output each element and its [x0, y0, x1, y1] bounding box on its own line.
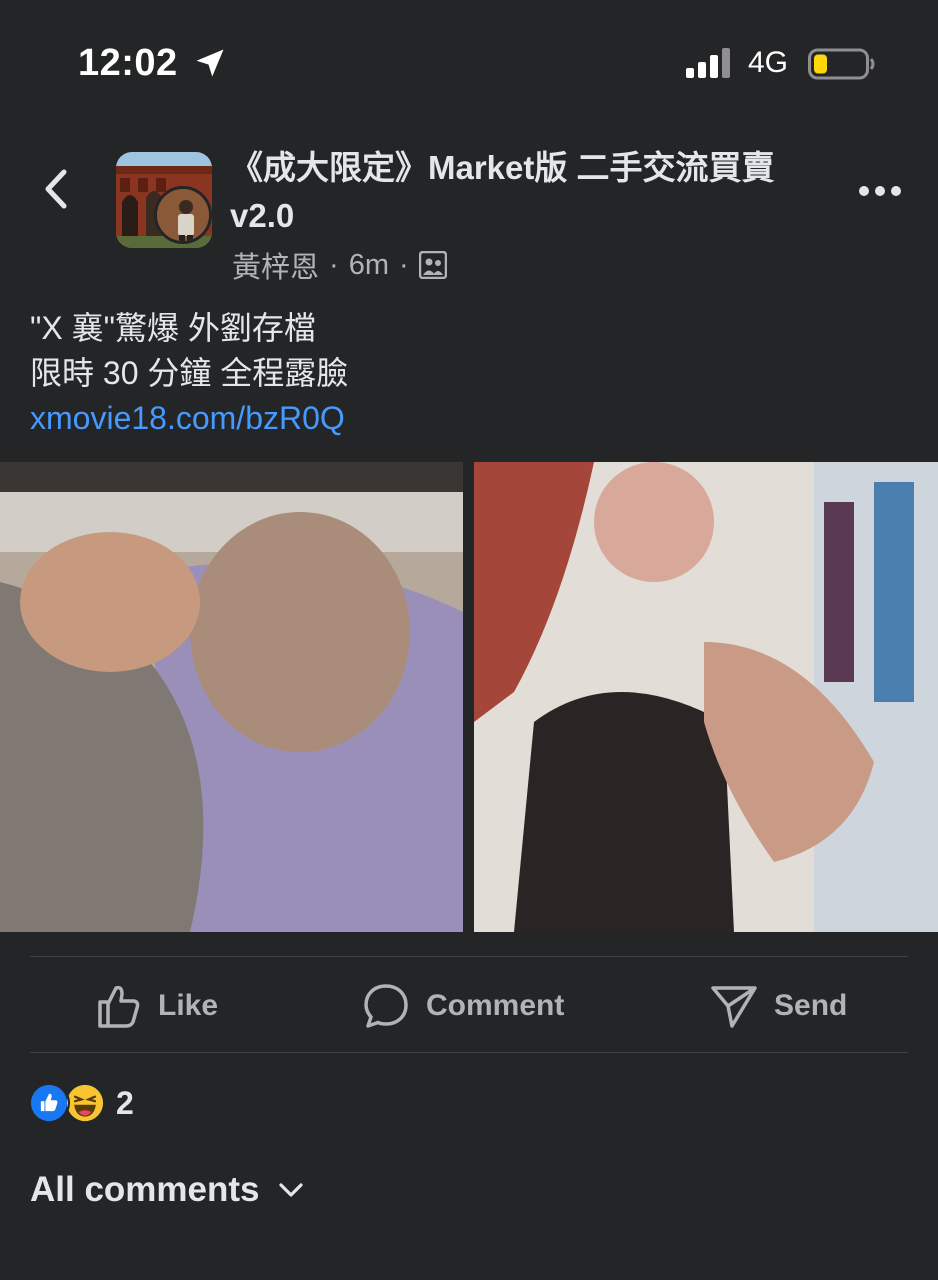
like-reaction-icon [28, 1082, 70, 1124]
group-name[interactable]: 《成大限定》Market版 二手交流買賣 v2.0 [230, 144, 820, 240]
reactions-summary[interactable]: 2 [28, 1080, 134, 1126]
post-meta: 黃梓恩 · 6m · [232, 244, 447, 286]
chevron-down-icon [278, 1183, 303, 1197]
author-name[interactable]: 黃梓恩 [232, 244, 319, 286]
battery-low-icon [808, 48, 875, 80]
network-type: 4G [748, 46, 789, 79]
cellular-signal-icon [686, 48, 730, 78]
send-button[interactable]: Send [710, 980, 847, 1032]
reaction-count: 2 [116, 1084, 134, 1121]
status-bar: 12:02 4G [0, 0, 938, 120]
post-image-right[interactable] [474, 462, 938, 932]
send-arrow-icon [711, 986, 757, 1028]
back-chevron-icon[interactable] [38, 166, 74, 212]
photo-placeholder [0, 462, 463, 932]
more-options-icon[interactable] [858, 184, 902, 198]
divider [30, 1052, 908, 1053]
post-body: "X 襄"驚爆 外劉存檔 限時 30 分鐘 全程露臉 xmovie18.com/… [30, 306, 348, 441]
photo-placeholder [474, 462, 938, 932]
post-text-line: "X 襄"驚爆 外劉存檔 [30, 310, 316, 346]
author-avatar[interactable] [154, 186, 212, 244]
post-actions: Like Comment Send [0, 958, 938, 1052]
status-time: 12:02 [78, 42, 178, 84]
post-header: 《成大限定》Market版 二手交流買賣 v2.0 黃梓恩 · 6m · [0, 140, 938, 290]
post-time[interactable]: 6m [349, 249, 389, 282]
comment-bubble-icon [364, 984, 408, 1028]
post-images [0, 462, 938, 932]
like-button[interactable]: Like [94, 980, 218, 1032]
like-label: Like [158, 989, 219, 1022]
comment-button[interactable]: Comment [362, 980, 564, 1032]
comments-filter-dropdown[interactable]: All comments [30, 1170, 304, 1210]
meta-separator: · [329, 248, 339, 281]
comment-label: Comment [426, 989, 565, 1022]
post-text-line: 限時 30 分鐘 全程露臉 [30, 355, 349, 391]
post-link[interactable]: xmovie18.com/bzR0Q [30, 396, 348, 441]
post-image-left[interactable] [0, 462, 463, 932]
comments-filter-label: All comments [30, 1170, 260, 1209]
location-arrow-icon [196, 49, 224, 77]
send-label: Send [774, 989, 848, 1022]
haha-reaction-icon [64, 1082, 106, 1124]
divider [30, 956, 908, 957]
meta-separator: · [398, 248, 409, 281]
members-group-icon [418, 251, 447, 279]
thumbs-up-icon [98, 985, 140, 1028]
